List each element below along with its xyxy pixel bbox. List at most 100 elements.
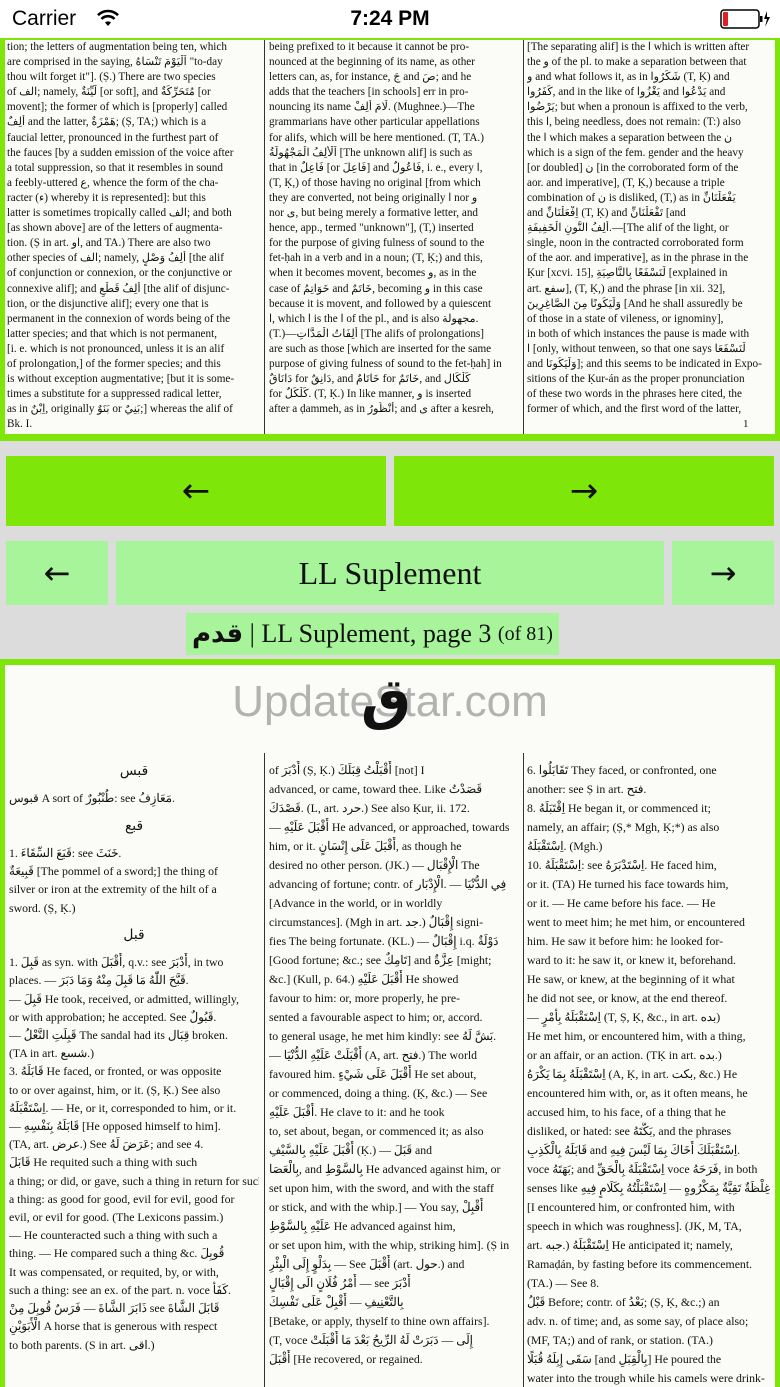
scan-text-line: It was compensated, or requited, by, or … <box>9 1264 219 1279</box>
scan-text-line: — ‏قَبِلَتِ النَّعْلُ‎ The sandal had it… <box>9 1028 228 1043</box>
scan-text-line: — ‏قَابَلَهُ بِنَفْسِهِ‎ [He opposed him… <box>9 1119 221 1134</box>
page-label: قدم | LL Suplement, page 3 (of 81) <box>186 613 559 655</box>
scan-text-line: ‏سَقَى إِبِلَهُ قُبَلًا‎ [and ‏بِالْقِبَ… <box>527 1352 722 1366</box>
scan-text-line: to, set about, began, or commenced it; a… <box>269 1124 484 1138</box>
scan-text-line: of conjunction or connexion, or the conj… <box>7 267 232 280</box>
scan-text-line: sword. (Ṣ, Ḳ.) <box>9 900 76 915</box>
scan-text-line: favoured him. ‏أَقْبَلَ عَلَى شَيْءٍ‎ He… <box>269 1067 477 1081</box>
scan-column-right: 6. ‏تَقَابَلُوا‎ They faced, or confront… <box>527 761 773 1387</box>
scan-text-line: ‏الْأَبَوَيْنِ‎ A horse that is generous… <box>9 1319 218 1334</box>
scan-text-line: disliked, or hated: see ‏بَكَّتَهُ‎, and… <box>527 1124 732 1138</box>
scan-text-line: ‏ا‎ [only, without tenween, so that one … <box>527 342 746 355</box>
scan-text-line: and ‏اِفْعَلْنَانِّ‎ (T, Ḳ) and ‏تَفْعَل… <box>527 207 686 220</box>
entry-heading: قبل <box>123 926 145 943</box>
scan-text-line: tion. (Ṣ in art. ‏او‎, and TA.) There ar… <box>7 237 211 250</box>
book-title: LL Suplement <box>298 554 482 591</box>
scan-text-line: being prefixed to it because it cannot b… <box>269 41 470 53</box>
scan-text-line: ‏دَانَاقٌ‎ for ‏دَانِقٌ‎, and ‏خَاتَامٌ‎… <box>269 373 471 386</box>
scan-text-line: (TA in art. ‏شسع‎.) <box>9 1046 95 1061</box>
scan-text-line: ward to it: he saw it, or knew it, befor… <box>527 953 737 967</box>
scan-text-line: — ‏اِسْتَقْبَلَهُ بِأَمْرٍ‎ (T, Ṣ, Ḳ, &c… <box>527 1010 721 1024</box>
root-word: قدم <box>192 619 244 649</box>
scan-text-line: they are converted, not being originally… <box>269 191 478 204</box>
scan-text-line: evil, or evil for good. (The Lexicons pa… <box>9 1210 224 1225</box>
folio-number: 1 <box>743 418 749 430</box>
scan-text-line: in both of which instances the pause is … <box>527 327 750 340</box>
scan-text-line: art. ‏جبه‎.) ‏اِسْتَقْبَلَهُ‎ He anticip… <box>527 1238 733 1252</box>
scan-text-line: thou wilt forget it"]. (Ṣ.) There are tw… <box>7 71 216 84</box>
clock: 7:24 PM <box>350 7 430 30</box>
scan-text-line: senses like ‏اِسْتَقْبَلْتُهُ بِكَلَامٍ … <box>527 1181 771 1195</box>
column-rule <box>264 753 265 1387</box>
scan-text-line: of prolongation,] of the former species;… <box>7 357 221 370</box>
scan-column-middle: of ‏أَدْبَرَ‎ (Ṣ, Ḳ.) ‏أَقْبَلْتُ قِبَلَ… <box>269 761 519 1387</box>
page-navigation-bar: ← → <box>0 441 780 541</box>
scan-text-line: ‏اِسْتَقْبَلَهُ بِمَا يَكْرَهُ‎ (A, Ḳ, i… <box>527 1067 738 1081</box>
scan-text-line: permanent in the connexion of words bein… <box>7 312 231 325</box>
scan-text-line: such a thing: see an ex. of the part. n.… <box>9 1282 231 1297</box>
scan-text-line: namely, an affair; (Ṣ,* Mgh, Ḳ;*) as als… <box>527 820 720 834</box>
scan-text-line: silver or iron at the extremity of the h… <box>9 882 217 897</box>
scan-text-line: or set upon him, with the whip, striking… <box>269 1238 510 1252</box>
scan-text-line: 1. ‏قَبَعَ السِّقَاءَ‎: see ‏خَنَثَ‎. <box>9 846 122 861</box>
scan-text-line: — He counteracted such a thing with such… <box>9 1228 218 1243</box>
scan-text-line: movent]; the former of which is [properl… <box>7 101 228 114</box>
scan-text-line: hence, app., termed "unknown"], (T,) ins… <box>269 222 474 235</box>
scan-text-line: ‏اَلْأَلِفُ الْمَجْهُولَةُ‎ [The unknown… <box>269 146 473 159</box>
scan-text-line: [i. e. which is not pronounced, unless i… <box>7 342 225 355</box>
page-count: (of 81) <box>497 622 553 645</box>
scan-text-line: went to meet him; he met him, or encount… <box>527 915 745 929</box>
scan-text-line: Ramaḍán, by fasting before its commencem… <box>527 1257 753 1271</box>
scan-text-line: ‏أَلِفُ النُّونِ الْخَفِيفَةِ‎.—[The ali… <box>527 222 729 235</box>
current-page-scan[interactable]: UpdateStar.com ق قبس ‏قبوس‎ A sort of ‏طُ… <box>0 659 780 1387</box>
scan-text-line: or it. — He came before his face. — He <box>527 896 716 910</box>
scan-text-line: which is a sign of the fem. gender and t… <box>527 146 744 159</box>
scan-column-left: قبس ‏قبوس‎ A sort of ‏طُنْبُورٌ‎: see ‏مَ… <box>9 753 259 1387</box>
scan-text-line: after a ḍammeh, as in ‏أَنْظُورُ‎; and ‏… <box>269 403 494 416</box>
next-page-button[interactable]: → <box>394 456 774 526</box>
scan-text-line: the ‏ا‎ which makes a separation between… <box>527 131 733 144</box>
scan-text-line: grammarians have other particular appell… <box>269 116 480 129</box>
battery-icon <box>720 9 770 29</box>
column-rule <box>523 40 524 434</box>
book-title-button[interactable]: LL Suplement <box>116 541 664 605</box>
scan-text-line: or commenced, doing a thing. (Ḳ, &c.) — … <box>269 1086 488 1100</box>
scan-text-line: accused him, to his face, of a thing tha… <box>527 1105 726 1119</box>
scan-text-line: ‏بِالْعَصَا‎, and ‏بِالسَّوْطِ‎ He advan… <box>269 1162 501 1176</box>
scan-text-line: ‏عَلَيْهِ بِالسَّوْطِ‎ He advanced again… <box>269 1219 456 1233</box>
scan-text-line: ‏كَفَرُوا‎, and in the like of ‏يَغْزُوا… <box>527 86 726 99</box>
scan-column-right: [The separating alif] is the ‏ا‎ which i… <box>527 40 773 434</box>
scan-text-line: are such as those [which are inserted fo… <box>269 342 492 355</box>
scan-text-line: [as shown above] are of the letters of a… <box>7 222 223 235</box>
scan-text-line: single, noon in the contracted corrobora… <box>527 237 744 250</box>
scan-text-line: as in ‏اِبْنٌ‎, originally ‏بَنَوٌ‎ or ‏… <box>7 403 233 416</box>
scan-text-line: a feebly-uttered ‏ع‎, whence the form of… <box>7 176 219 189</box>
scan-text-line: letters can, as, for instance, ‏جَ‎ and … <box>269 71 472 84</box>
scan-text-line: speech in which was roughness]. (JK, M, … <box>527 1219 742 1233</box>
scan-text-line: circumstances]. (Mgh in art. ‏جد‎.) ‏إِق… <box>269 915 484 929</box>
book-navigation-bar: ← LL Suplement → <box>0 541 780 609</box>
previous-book-button[interactable]: ← <box>6 541 108 605</box>
scan-column-middle: being prefixed to it because it cannot b… <box>269 40 519 434</box>
scan-text-line: is without exception augmentative; [but … <box>7 373 235 386</box>
scan-text-line: aor. and imperative], (T, Ḳ,) because a … <box>527 176 725 189</box>
scan-text-line: ‏قَابَلَهُ بِالْكَذِبِ‎ and ‏اِسْتَقْبَل… <box>527 1143 741 1157</box>
scan-text-line: 10. ‏اِسْتَقْبَلَهُ‎: see ‏اِسْتَدْبَرَه… <box>527 858 717 872</box>
scan-text-line: he did not see, or know, at the end ther… <box>527 991 728 1005</box>
scan-text-line: are comprised in the saying, ‏اَلْيَوْمَ… <box>7 56 223 69</box>
scan-text-line: thing. — He compared such a thing &c. ‏ق… <box>9 1246 225 1261</box>
scan-text-line: (TA, art. ‏عرض‎.) See ‏عَرَضَ لَهُ‎; and… <box>9 1137 204 1152</box>
next-book-button[interactable]: → <box>672 541 774 605</box>
previous-page-scan[interactable]: tion; the letters of augmentation being … <box>0 38 780 441</box>
scan-text-line: to or over against, him, or it. (Ṣ, Ḳ.) … <box>9 1082 221 1097</box>
scan-text-line: &c.] (Kull, p. 64.) ‏أَقْبَلَ عَلَيْهِ‎ … <box>269 972 459 986</box>
scan-text-line: and ‏وَلَيَكُونَا‎]; and this seems to b… <box>527 357 762 370</box>
entry-heading: قبع <box>124 817 144 834</box>
scan-text-line: nounced at the beginning of its name, as… <box>269 56 475 69</box>
scan-text-line: ‏أَقْبَلَ‎ [He recovered, or regained. <box>269 1352 423 1366</box>
previous-page-button[interactable]: ← <box>6 456 386 526</box>
scan-text-line: ‏اِسْتَقْبَلَهُ‎. (Mgh.) <box>527 839 603 853</box>
scan-text-line: another: see Ṣ in art. ‏فتح‎. <box>527 782 647 796</box>
column-rule <box>523 753 524 1387</box>
scan-text-line: [Advance in the world, or in worldly <box>269 896 443 910</box>
